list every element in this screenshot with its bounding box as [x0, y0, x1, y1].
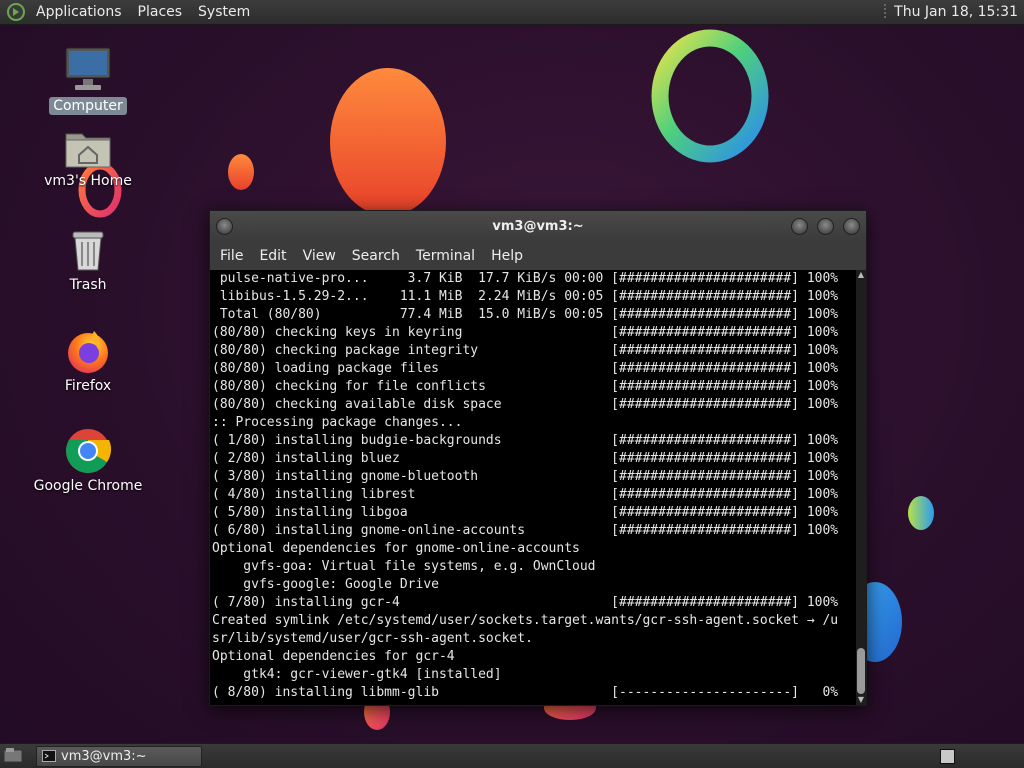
- terminal-line: (80/80) checking for file conflicts [###…: [212, 379, 839, 394]
- terminal-scrollbar[interactable]: ▲ ▼: [856, 270, 866, 705]
- window-menu-button[interactable]: [216, 218, 233, 235]
- chrome-icon: [66, 429, 112, 473]
- desktop-icon-computer[interactable]: Computer: [28, 45, 148, 115]
- terminal-line: ( 2/80) installing bluez [##############…: [212, 451, 839, 466]
- system-menu[interactable]: System: [190, 0, 258, 25]
- desktop-icon-trash[interactable]: Trash: [28, 228, 148, 294]
- desktop-icon-label: Computer: [49, 97, 127, 115]
- terminal-line: :: Processing package changes...: [212, 415, 463, 430]
- places-menu[interactable]: Places: [130, 0, 191, 25]
- terminal-line: (80/80) checking package integrity [####…: [212, 343, 839, 358]
- top-panel: Applications Places System Thu Jan 18, 1…: [0, 0, 1024, 25]
- maximize-button[interactable]: [817, 218, 834, 235]
- scrollbar-thumb[interactable]: [857, 648, 865, 694]
- terminal-lines: pulse-native-pro... 3.7 KiB 17.7 KiB/s 0…: [210, 270, 856, 702]
- desktop-icon-chrome[interactable]: Google Chrome: [28, 427, 148, 495]
- orange-oval-small: [228, 154, 254, 190]
- desktop-icon-label: vm3's Home: [44, 173, 132, 189]
- terminal-line: Optional dependencies for gcr-4: [212, 649, 455, 664]
- scroll-down-icon[interactable]: ▼: [857, 695, 865, 705]
- terminal-line: ( 1/80) installing budgie-backgrounds [#…: [212, 433, 839, 448]
- taskbar-terminal-label: vm3@vm3:~: [61, 749, 147, 764]
- terminal-line: libibus-1.5.29-2... 11.1 MiB 2.24 MiB/s …: [212, 289, 839, 304]
- terminal-icon: [42, 750, 56, 762]
- terminal-output[interactable]: pulse-native-pro... 3.7 KiB 17.7 KiB/s 0…: [210, 270, 856, 705]
- computer-icon: [65, 47, 111, 90]
- workspace-switcher[interactable]: [940, 749, 955, 764]
- gradient-ring: [651, 29, 769, 163]
- terminal-line: pulse-native-pro... 3.7 KiB 17.7 KiB/s 0…: [212, 271, 839, 286]
- desktop-icon-label: Google Chrome: [33, 478, 143, 494]
- terminal-line: ( 8/80) installing libmm-glib [---------…: [212, 685, 839, 700]
- menu-terminal[interactable]: Terminal: [408, 243, 483, 270]
- menu-edit[interactable]: Edit: [251, 243, 294, 270]
- terminal-line: gvfs-google: Google Drive: [212, 577, 439, 592]
- terminal-line: (80/80) checking keys in keyring [######…: [212, 325, 839, 340]
- terminal-line: Total (80/80) 77.4 MiB 15.0 MiB/s 00:05 …: [212, 307, 839, 322]
- terminal-line: ( 4/80) installing librest [############…: [212, 487, 839, 502]
- terminal-line: sr/lib/systemd/user/gcr-ssh-agent.socket…: [212, 631, 533, 646]
- firefox-icon: [68, 331, 108, 373]
- desktop-icon-label: Trash: [69, 277, 107, 293]
- terminal-line: ( 7/80) installing gcr-4 [##############…: [212, 595, 839, 610]
- desktop-icon-label: Firefox: [64, 378, 112, 394]
- orange-oval-large: [330, 68, 446, 216]
- terminal-line: Optional dependencies for gnome-online-a…: [212, 541, 580, 556]
- applications-menu[interactable]: Applications: [28, 0, 130, 25]
- terminal-window[interactable]: vm3@vm3:~ File Edit View Search Terminal…: [209, 210, 867, 706]
- terminal-line: ( 5/80) installing libgoa [#############…: [212, 505, 839, 520]
- desktop-icon-firefox[interactable]: Firefox: [28, 327, 148, 395]
- terminal-line: gtk4: gcr-viewer-gtk4 [installed]: [212, 667, 502, 682]
- scroll-up-icon[interactable]: ▲: [857, 270, 865, 280]
- window-title: vm3@vm3:~: [492, 219, 584, 234]
- terminal-menubar: File Edit View Search Terminal Help: [210, 243, 866, 270]
- bottom-panel: vm3@vm3:~: [0, 743, 1024, 768]
- menu-view[interactable]: View: [295, 243, 344, 270]
- home-folder-icon: [65, 133, 111, 168]
- terminal-line: (80/80) checking available disk space [#…: [212, 397, 839, 412]
- close-button[interactable]: [843, 218, 860, 235]
- menu-file[interactable]: File: [212, 243, 251, 270]
- mate-logo-icon[interactable]: [6, 2, 26, 22]
- terminal-line: Created symlink /etc/systemd/user/socket…: [212, 613, 839, 628]
- menu-search[interactable]: Search: [344, 243, 408, 270]
- terminal-line: ( 6/80) installing gnome-online-accounts…: [212, 523, 839, 538]
- clock[interactable]: Thu Jan 18, 15:31: [894, 4, 1024, 20]
- show-desktop-icon[interactable]: [3, 747, 23, 765]
- desktop-icon-home[interactable]: vm3's Home: [28, 128, 148, 190]
- taskbar-terminal-button[interactable]: vm3@vm3:~: [36, 746, 202, 767]
- terminal-line: (80/80) loading package files [#########…: [212, 361, 839, 376]
- terminal-titlebar[interactable]: vm3@vm3:~: [210, 211, 866, 243]
- panel-separator: [884, 4, 887, 20]
- green-blue-dot: [908, 496, 934, 530]
- minimize-button[interactable]: [791, 218, 808, 235]
- menu-help[interactable]: Help: [483, 243, 531, 270]
- trash-icon: [72, 231, 104, 271]
- terminal-line: ( 3/80) installing gnome-bluetooth [####…: [212, 469, 839, 484]
- terminal-line: gvfs-goa: Virtual file systems, e.g. Own…: [212, 559, 596, 574]
